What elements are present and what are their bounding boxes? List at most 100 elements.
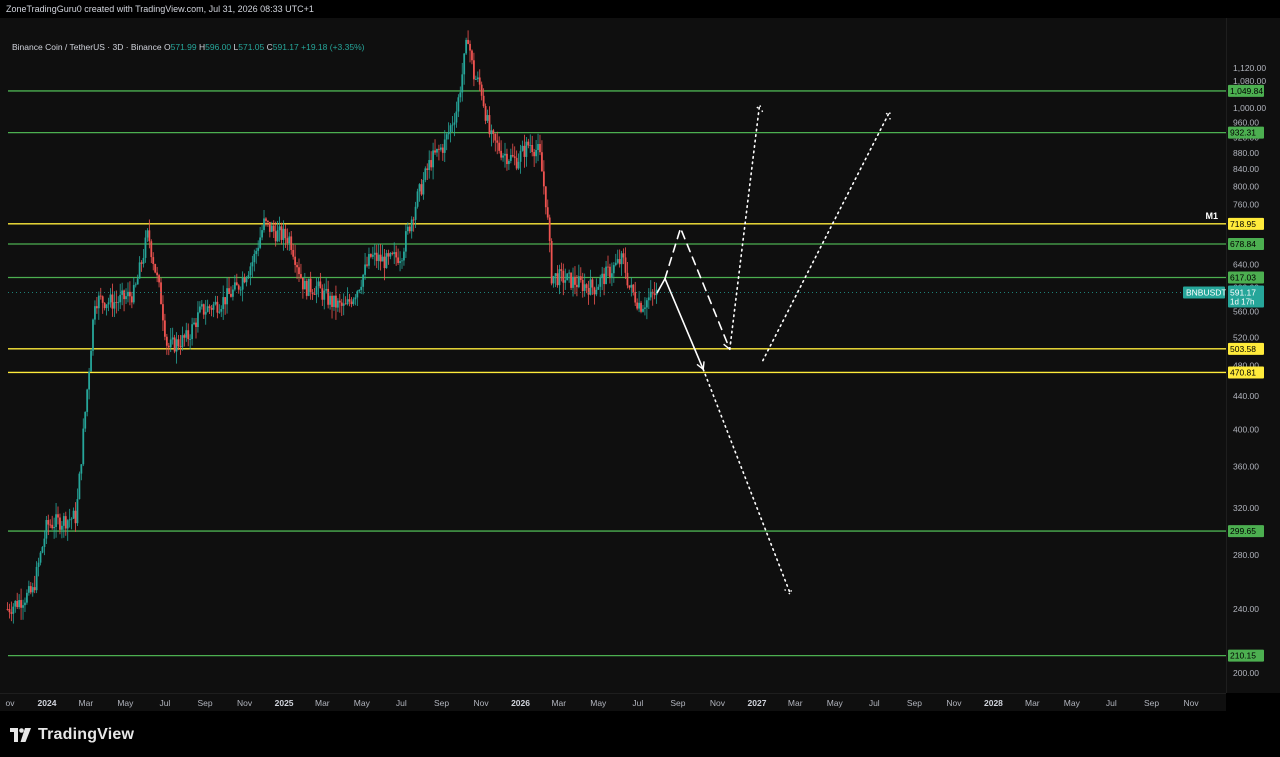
- candle-body: [550, 240, 553, 284]
- candle-body: [576, 284, 578, 288]
- candle-body: [267, 220, 269, 222]
- candle-body: [461, 74, 464, 93]
- candle-body: [253, 253, 256, 263]
- candle-body: [381, 256, 384, 262]
- candle-body: [492, 130, 495, 134]
- legend-change: +19.18 (+3.35%): [301, 42, 365, 52]
- candle-body: [387, 253, 390, 257]
- candle-body: [179, 346, 182, 348]
- candle-body: [216, 301, 219, 313]
- candle-body: [362, 274, 365, 287]
- time-tick-label: Mar: [79, 698, 94, 708]
- candle-body: [342, 303, 345, 306]
- candle-body: [408, 226, 411, 232]
- time-tick-label: Sep: [670, 698, 685, 708]
- tradingview-brand: TradingView: [10, 726, 134, 744]
- price-axis[interactable]: 1,120.001,080.001,000.00960.00920.00880.…: [1226, 18, 1280, 693]
- candle-body: [92, 319, 94, 351]
- candle-body: [115, 302, 118, 303]
- price-level-badge-label: 299.65: [1230, 526, 1256, 536]
- price-axis-canvas[interactable]: 1,120.001,080.001,000.00960.00920.00880.…: [1227, 18, 1280, 693]
- candle-body: [319, 281, 322, 289]
- candle-body: [482, 95, 485, 107]
- candle-body: [535, 149, 537, 157]
- candle-body: [162, 304, 164, 321]
- candle-body: [453, 122, 456, 125]
- candle-body: [51, 524, 54, 529]
- candle-body: [566, 273, 569, 281]
- candle-body: [150, 241, 153, 258]
- candle-body: [340, 302, 343, 306]
- candle-body: [607, 266, 609, 268]
- candle-body: [249, 266, 252, 276]
- candle-body: [467, 39, 469, 44]
- candle-body: [616, 259, 619, 263]
- candle-body: [539, 144, 541, 153]
- time-tick-label: Nov: [237, 698, 253, 708]
- time-tick-label: Sep: [1144, 698, 1159, 708]
- candle-body: [610, 273, 613, 278]
- price-level-badge-label: 718.95: [1230, 219, 1256, 229]
- time-tick-label: Jul: [1106, 698, 1117, 708]
- candle-body: [111, 294, 114, 309]
- projection-path-dotted: [728, 103, 761, 351]
- candle-body: [439, 147, 442, 150]
- candle-body: [513, 156, 516, 158]
- candle-body: [274, 231, 277, 242]
- time-tick-label: May: [1064, 698, 1081, 708]
- candle-body: [119, 294, 122, 303]
- candle-body: [284, 228, 287, 239]
- candle-body: [134, 284, 137, 286]
- candle-body: [200, 304, 203, 307]
- time-tick-label: 2027: [748, 698, 767, 708]
- candle-body: [185, 330, 188, 338]
- candle-body: [35, 566, 38, 591]
- time-tick-label: 2025: [275, 698, 294, 708]
- legend-symbol: Binance Coin / TetherUS · 3D · Binance: [12, 42, 162, 52]
- time-tick-label: Jul: [159, 698, 170, 708]
- time-axis[interactable]: ov 2024 Mar May Jul Sep Nov 2025 Mar May Jul Sep Nov…: [0, 693, 1226, 711]
- candle-body: [280, 226, 283, 240]
- candle-body: [515, 157, 518, 169]
- candle-body: [645, 300, 648, 308]
- candle-body: [375, 252, 378, 261]
- candle-body: [294, 256, 297, 265]
- candle-body: [222, 297, 225, 310]
- candle-body: [198, 306, 201, 313]
- chart-canvas[interactable]: M1 BNBUSDT: [0, 18, 1227, 693]
- candle-body: [424, 168, 427, 180]
- candle-body: [537, 144, 539, 150]
- candle-body: [595, 289, 598, 295]
- candle-body: [136, 278, 139, 285]
- candle-body: [138, 262, 141, 279]
- candle-body: [498, 142, 501, 151]
- candle-body: [430, 160, 433, 168]
- candle-body: [59, 517, 61, 530]
- candle-body: [247, 275, 250, 278]
- chart-plot-area[interactable]: M1 BNBUSDT Binance Coin / TetherUS · 3D ·…: [0, 18, 1227, 693]
- projection-path-dotted: [762, 110, 891, 362]
- price-tick-label: 760.00: [1233, 199, 1259, 209]
- candle-body: [447, 131, 450, 135]
- candle-body: [265, 218, 267, 221]
- candle-body: [26, 592, 28, 603]
- candle-body: [130, 296, 133, 303]
- time-tick-label: 2024: [38, 698, 57, 708]
- candle-body: [546, 207, 549, 218]
- legend-open-value: 571.99: [170, 42, 197, 52]
- time-tick-label: Mar: [315, 698, 330, 708]
- candle-body: [581, 279, 584, 291]
- candle-body: [455, 111, 458, 123]
- time-tick-label: Jul: [396, 698, 407, 708]
- price-tick-label: 320.00: [1233, 503, 1259, 513]
- candle-body: [129, 291, 131, 297]
- candle-body: [653, 293, 656, 296]
- candle-body: [154, 264, 157, 273]
- candle-body: [541, 152, 543, 172]
- candle-body: [70, 518, 73, 520]
- candle-body: [263, 218, 265, 231]
- time-axis-canvas[interactable]: ov 2024 Mar May Jul Sep Nov 2025 Mar May Jul Sep Nov…: [0, 694, 1226, 711]
- candle-body: [195, 322, 197, 328]
- candle-body: [445, 134, 448, 140]
- candle-body: [268, 221, 271, 232]
